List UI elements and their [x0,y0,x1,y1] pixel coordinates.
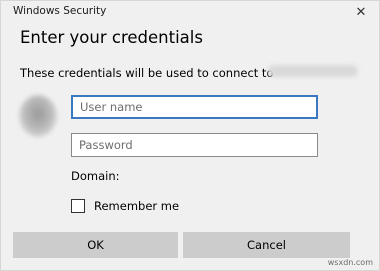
remember-me-checkbox[interactable] [71,199,85,213]
domain-label: Domain: [71,169,120,183]
close-icon: ✕ [355,4,367,20]
cancel-button-label: Cancel [247,238,286,252]
ok-button-label: OK [87,238,104,252]
dialog-heading: Enter your credentials [20,28,203,47]
window-title: Windows Security [13,5,107,17]
blurred-server-name [268,65,358,77]
password-input[interactable] [71,133,318,157]
cancel-button[interactable]: Cancel [183,232,350,258]
connection-description: These credentials will be used to connec… [20,66,274,80]
username-input[interactable] [71,95,318,119]
remember-me-option[interactable]: Remember me [71,199,179,213]
close-button[interactable]: ✕ [347,1,375,23]
remember-me-label: Remember me [94,199,180,213]
ok-button[interactable]: OK [13,232,178,258]
watermark: wsxdn.com [327,258,373,267]
user-avatar [19,95,57,137]
title-bar: Windows Security ✕ [1,1,379,23]
credentials-dialog: Windows Security ✕ Enter your credential… [0,0,380,271]
